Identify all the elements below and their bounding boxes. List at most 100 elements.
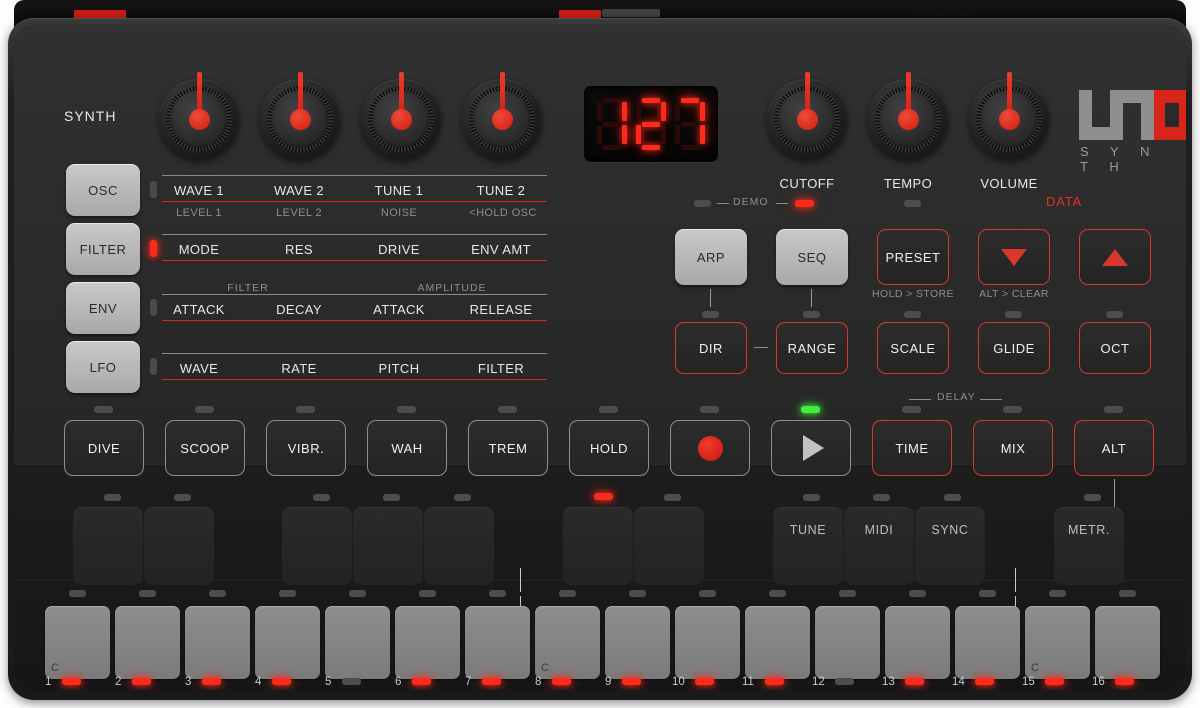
key-top-led-7: [489, 590, 506, 597]
led-mix: [1003, 406, 1022, 413]
pad-black-5[interactable]: [424, 507, 494, 585]
mode-led-filter: [150, 240, 157, 257]
knob-tune-1[interactable]: [361, 72, 441, 159]
key-16[interactable]: [1095, 606, 1160, 679]
pad-label: SYNC: [931, 523, 969, 537]
button-wah[interactable]: WAH: [367, 420, 447, 476]
step-led-1: [62, 678, 81, 685]
demo-dash-left: [717, 203, 729, 205]
mode-button-osc[interactable]: OSC: [66, 164, 140, 216]
knob-wave-2[interactable]: [260, 72, 340, 159]
key-8[interactable]: C: [535, 606, 600, 679]
uno-synth-device: · · · · · · · · · · SYNTH CUTOFF TEMPO V…: [0, 0, 1200, 708]
param-label-filter-decay: DECAY: [276, 302, 322, 317]
button-delay-mix[interactable]: MIX: [973, 420, 1053, 476]
knob-center-dot: [998, 108, 1020, 130]
key-4[interactable]: [255, 606, 320, 679]
key-5[interactable]: [325, 606, 390, 679]
pad-led-5: [454, 494, 471, 501]
pad-black-4[interactable]: [353, 507, 423, 585]
button-glide[interactable]: GLIDE: [978, 322, 1050, 374]
key-number-1: 1: [45, 676, 52, 688]
key-11[interactable]: [745, 606, 810, 679]
pad-black-6[interactable]: [563, 507, 633, 585]
button-play[interactable]: [771, 420, 851, 476]
key-top-led-14: [979, 590, 996, 597]
key-top-led-15: [1049, 590, 1066, 597]
button-record[interactable]: [670, 420, 750, 476]
knob-volume[interactable]: [969, 72, 1049, 159]
param-label-amp-attack: ATTACK: [373, 302, 425, 317]
button-vibrato[interactable]: VIBR.: [266, 420, 346, 476]
key-12[interactable]: [815, 606, 880, 679]
step-led-4: [272, 678, 291, 685]
button-label: ALT: [1101, 440, 1127, 456]
arp-connector: [710, 289, 712, 307]
button-preset[interactable]: PRESET: [877, 229, 949, 285]
key-number-16: 16: [1092, 676, 1105, 688]
mode-button-lfo[interactable]: LFO: [66, 341, 140, 393]
mode-button-label: ENV: [88, 300, 118, 316]
key-14[interactable]: [955, 606, 1020, 679]
button-scale[interactable]: SCALE: [877, 322, 949, 374]
knob-tempo[interactable]: [868, 72, 948, 159]
delay-dash-right: [980, 399, 1002, 401]
knob-tune-2[interactable]: [462, 72, 542, 159]
button-dive[interactable]: DIVE: [64, 420, 144, 476]
pad-black-2[interactable]: [144, 507, 214, 585]
pad-led-midi: [873, 494, 890, 501]
button-delay-time[interactable]: TIME: [872, 420, 952, 476]
key-13[interactable]: [885, 606, 950, 679]
led-trem: [498, 406, 517, 413]
button-data-up[interactable]: [1079, 229, 1151, 285]
pad-black-3[interactable]: [282, 507, 352, 585]
mode-button-filter[interactable]: FILTER: [66, 223, 140, 275]
key-6[interactable]: [395, 606, 460, 679]
pad-black-1[interactable]: [73, 507, 143, 585]
key-1[interactable]: C: [45, 606, 110, 679]
key-note-label: C: [541, 662, 549, 674]
pad-led-7: [664, 494, 681, 501]
pad-tune[interactable]: TUNE: [773, 507, 843, 585]
button-label: GLIDE: [993, 340, 1035, 356]
key-number-12: 12: [812, 676, 825, 688]
key-9[interactable]: [605, 606, 670, 679]
param-label-lfo-rate: RATE: [281, 361, 317, 376]
led-alt: [1104, 406, 1123, 413]
button-data-down[interactable]: [978, 229, 1050, 285]
key-2[interactable]: [115, 606, 180, 679]
key-10[interactable]: [675, 606, 740, 679]
button-seq[interactable]: SEQ: [776, 229, 848, 285]
mode-button-label: OSC: [88, 182, 118, 198]
step-led-13: [905, 678, 924, 685]
key-top-led-10: [699, 590, 716, 597]
key-7[interactable]: [465, 606, 530, 679]
led-dir: [702, 311, 719, 318]
key-3[interactable]: [185, 606, 250, 679]
pad-black-7[interactable]: [634, 507, 704, 585]
pad-metronome[interactable]: METR.: [1054, 507, 1124, 585]
button-arp[interactable]: ARP: [675, 229, 747, 285]
button-dir[interactable]: DIR: [675, 322, 747, 374]
pad-sync[interactable]: SYNC: [915, 507, 985, 585]
led-play: [801, 406, 820, 413]
button-alt[interactable]: ALT: [1074, 420, 1154, 476]
key-number-10: 10: [672, 676, 685, 688]
param-label-filter-attack: ATTACK: [173, 302, 225, 317]
button-hold[interactable]: HOLD: [569, 420, 649, 476]
knob-wave-1[interactable]: [159, 72, 239, 159]
knob-center-dot: [188, 108, 210, 130]
mode-button-env[interactable]: ENV: [66, 282, 140, 334]
key-top-led-1: [69, 590, 86, 597]
key-top-led-3: [209, 590, 226, 597]
param-rule-top: [162, 234, 547, 236]
knob-center-dot: [491, 108, 513, 130]
knob-cutoff[interactable]: [767, 72, 847, 159]
key-15[interactable]: C: [1025, 606, 1090, 679]
pad-midi[interactable]: MIDI: [844, 507, 914, 585]
button-scoop[interactable]: SCOOP: [165, 420, 245, 476]
button-tremolo[interactable]: TREM: [468, 420, 548, 476]
button-oct[interactable]: OCT: [1079, 322, 1151, 374]
button-range[interactable]: RANGE: [776, 322, 848, 374]
button-label: RANGE: [787, 340, 837, 356]
